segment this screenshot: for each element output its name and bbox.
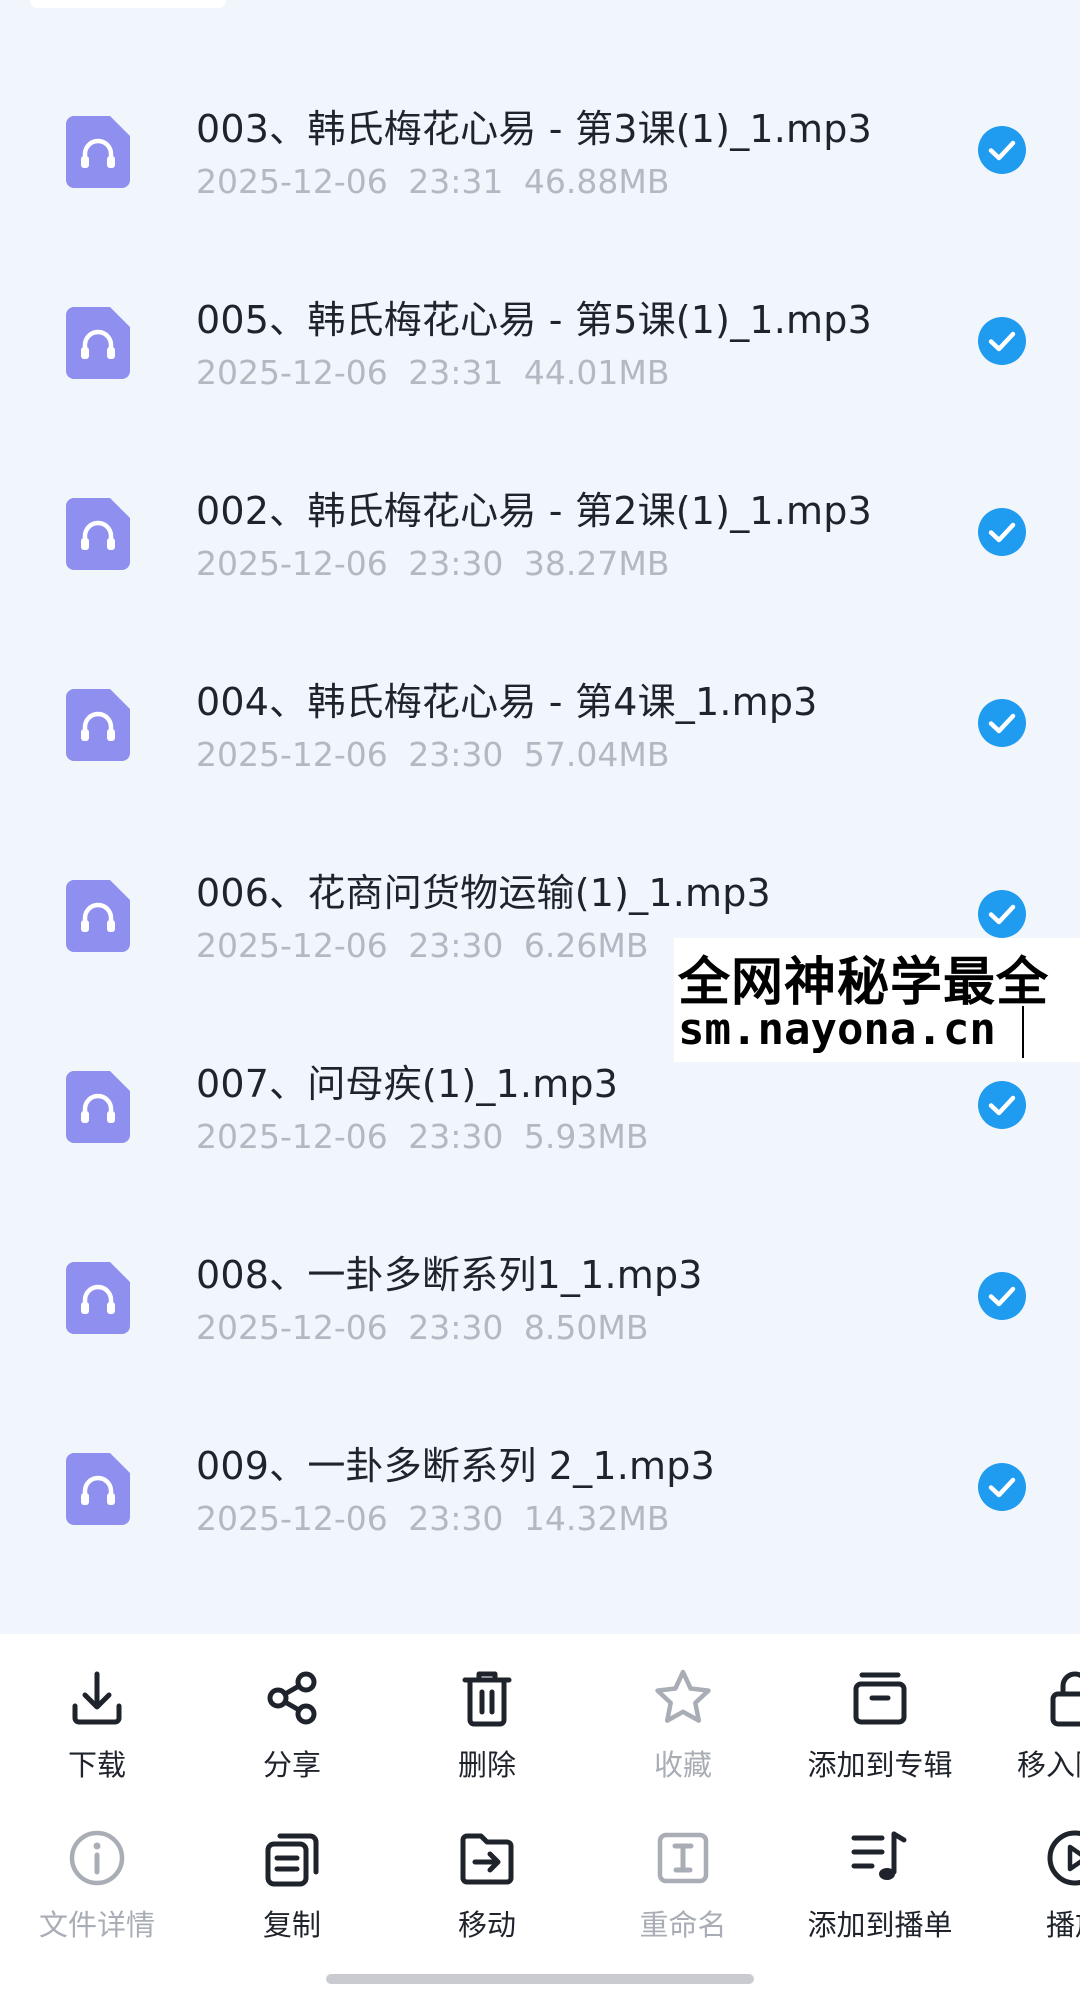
- file-time: 23:30: [408, 1117, 504, 1156]
- share-button[interactable]: 分享: [207, 1666, 377, 1806]
- file-meta: 2025-12-06 23:30 5.93MB: [196, 1117, 648, 1156]
- action-label: 文件详情: [38, 1908, 155, 1942]
- file-size: 8.50MB: [523, 1308, 649, 1347]
- file-size: 38.27MB: [523, 544, 670, 583]
- action-label: 移入隐藏: [1016, 1748, 1080, 1782]
- watermark-line2: sm.nayona.cn: [678, 1004, 996, 1055]
- trash-button[interactable]: 删除: [402, 1666, 572, 1806]
- file-row[interactable]: 008、一卦多断系列1_1.mp3 2025-12-06 23:30 8.50M…: [0, 1200, 1080, 1391]
- action-bar: 下载 分享 删除 收藏 添加到专辑 移入隐藏 文件详情 复制 移动 重命名 添加…: [0, 1634, 1080, 2002]
- file-name: 006、花商问货物运输(1)_1.mp3: [196, 871, 771, 915]
- file-size: 57.04MB: [523, 735, 670, 774]
- file-date: 2025-12-06: [196, 1308, 388, 1347]
- file-row[interactable]: 003、韩氏梅花心易 - 第3课(1)_1.mp3 2025-12-06 23:…: [0, 54, 1080, 245]
- file-row[interactable]: 004、韩氏梅花心易 - 第4课_1.mp3 2025-12-06 23:30 …: [0, 627, 1080, 818]
- file-date: 2025-12-06: [196, 926, 388, 965]
- rename-button[interactable]: 重命名: [598, 1826, 768, 1966]
- file-meta: 2025-12-06 23:31 46.88MB: [196, 162, 669, 201]
- audio-file-icon: [66, 880, 130, 952]
- action-label: 添加到播单: [807, 1908, 953, 1942]
- file-name: 003、韩氏梅花心易 - 第3课(1)_1.mp3: [196, 107, 872, 151]
- file-row[interactable]: 005、韩氏梅花心易 - 第5课(1)_1.mp3 2025-12-06 23:…: [0, 245, 1080, 436]
- album-button[interactable]: 添加到专辑: [795, 1666, 965, 1806]
- file-time: 23:31: [408, 353, 504, 392]
- audio-file-icon: [66, 1262, 130, 1334]
- watermark: 全网神秘学最全 sm.nayona.cn: [674, 938, 1080, 1062]
- selected-check-icon[interactable]: [978, 1081, 1026, 1129]
- playlist-add-button[interactable]: 添加到播单: [795, 1826, 965, 1966]
- file-meta: 2025-12-06 23:30 14.32MB: [196, 1499, 669, 1538]
- audio-file-icon: [66, 307, 130, 379]
- file-name: 002、韩氏梅花心易 - 第2课(1)_1.mp3: [196, 489, 872, 533]
- file-meta: 2025-12-06 23:30 38.27MB: [196, 544, 669, 583]
- star-button[interactable]: 收藏: [598, 1666, 768, 1806]
- text-caret: [1022, 1006, 1024, 1058]
- file-date: 2025-12-06: [196, 353, 388, 392]
- file-size: 5.93MB: [523, 1117, 649, 1156]
- home-indicator[interactable]: [326, 1974, 754, 1984]
- file-time: 23:30: [408, 1499, 504, 1538]
- move-button[interactable]: 移动: [402, 1826, 572, 1966]
- action-label: 下载: [67, 1748, 126, 1782]
- action-label: 移动: [457, 1908, 516, 1942]
- file-name: 004、韩氏梅花心易 - 第4课_1.mp3: [196, 680, 818, 724]
- top-pill: [30, 0, 226, 8]
- audio-file-icon: [66, 689, 130, 761]
- selected-check-icon[interactable]: [978, 126, 1026, 174]
- download-button[interactable]: 下载: [12, 1666, 182, 1806]
- file-date: 2025-12-06: [196, 1117, 388, 1156]
- lock-button[interactable]: 移入隐藏: [990, 1666, 1080, 1806]
- selected-check-icon[interactable]: [978, 508, 1026, 556]
- file-meta: 2025-12-06 23:30 6.26MB: [196, 926, 648, 965]
- file-meta: 2025-12-06 23:30 57.04MB: [196, 735, 669, 774]
- selected-check-icon[interactable]: [978, 317, 1026, 365]
- file-name: 005、韩氏梅花心易 - 第5课(1)_1.mp3: [196, 298, 872, 342]
- action-label: 收藏: [653, 1748, 712, 1782]
- action-label: 删除: [457, 1748, 516, 1782]
- selected-check-icon[interactable]: [978, 890, 1026, 938]
- file-date: 2025-12-06: [196, 735, 388, 774]
- file-time: 23:30: [408, 735, 504, 774]
- file-size: 46.88MB: [523, 162, 670, 201]
- action-label: 添加到专辑: [807, 1748, 953, 1782]
- file-name: 007、问母疾(1)_1.mp3: [196, 1062, 619, 1106]
- file-name: 009、一卦多断系列 2_1.mp3: [196, 1444, 715, 1488]
- selected-check-icon[interactable]: [978, 1272, 1026, 1320]
- action-label: 播放: [1045, 1908, 1080, 1942]
- file-row[interactable]: 002、韩氏梅花心易 - 第2课(1)_1.mp3 2025-12-06 23:…: [0, 436, 1080, 627]
- file-time: 23:30: [408, 544, 504, 583]
- audio-file-icon: [66, 498, 130, 570]
- file-row[interactable]: 009、一卦多断系列 2_1.mp3 2025-12-06 23:30 14.3…: [0, 1391, 1080, 1582]
- selected-check-icon[interactable]: [978, 1463, 1026, 1511]
- selected-check-icon[interactable]: [978, 699, 1026, 747]
- file-size: 14.32MB: [523, 1499, 670, 1538]
- audio-file-icon: [66, 1453, 130, 1525]
- audio-file-icon: [66, 116, 130, 188]
- file-size: 6.26MB: [523, 926, 649, 965]
- copy-button[interactable]: 复制: [207, 1826, 377, 1966]
- info-button[interactable]: 文件详情: [12, 1826, 182, 1966]
- file-date: 2025-12-06: [196, 1499, 388, 1538]
- action-label: 复制: [262, 1908, 321, 1942]
- file-size: 44.01MB: [523, 353, 670, 392]
- file-date: 2025-12-06: [196, 544, 388, 583]
- file-name: 008、一卦多断系列1_1.mp3: [196, 1253, 703, 1297]
- file-meta: 2025-12-06 23:31 44.01MB: [196, 353, 669, 392]
- file-time: 23:30: [408, 926, 504, 965]
- file-meta: 2025-12-06 23:30 8.50MB: [196, 1308, 648, 1347]
- file-time: 23:30: [408, 1308, 504, 1347]
- action-label: 重命名: [639, 1908, 727, 1942]
- action-label: 分享: [262, 1748, 321, 1782]
- file-date: 2025-12-06: [196, 162, 388, 201]
- file-time: 23:31: [408, 162, 504, 201]
- audio-file-icon: [66, 1071, 130, 1143]
- play-button[interactable]: 播放: [990, 1826, 1080, 1966]
